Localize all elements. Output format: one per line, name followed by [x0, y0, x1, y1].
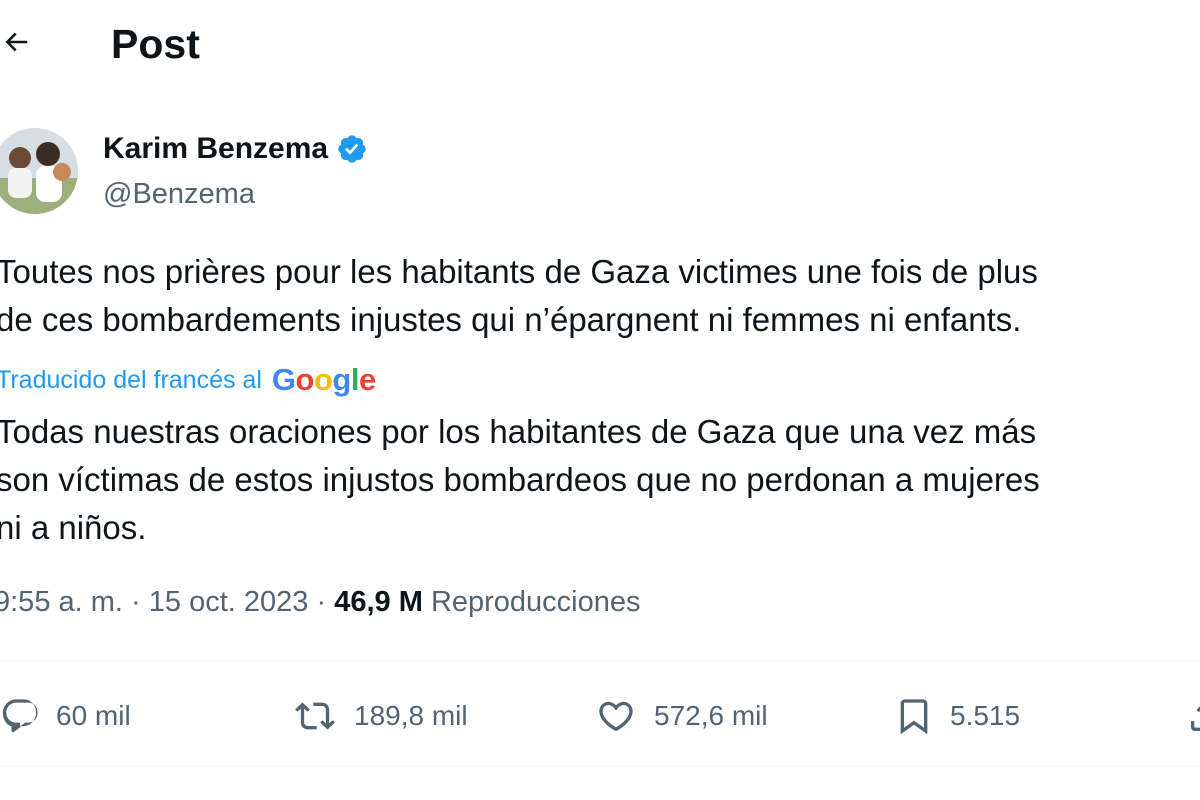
google-logo: Google	[271, 362, 376, 397]
divider	[0, 766, 1200, 767]
translation-notice: Traducido del francés al Google	[0, 360, 376, 400]
author-handle[interactable]: @Benzema	[103, 174, 255, 214]
share-button[interactable]	[1186, 688, 1200, 744]
translated-text: Todas nuestras oraciones por los habitan…	[0, 413, 1040, 546]
meta-separator: ·	[316, 586, 327, 618]
reply-count: 60 mil	[56, 700, 131, 731]
action-bar: 60 mil 189,8 mil 572,6 mil 5.515	[0, 688, 1200, 744]
verified-badge-icon[interactable]	[336, 133, 368, 165]
author-name[interactable]: Karim Benzema	[103, 128, 368, 170]
heart-icon	[594, 696, 638, 736]
bookmark-count: 5.515	[950, 700, 1021, 731]
page-title: Post	[111, 21, 200, 67]
bookmark-icon	[894, 694, 934, 738]
bookmark-button[interactable]: 5.515	[894, 688, 1020, 744]
arrow-left-icon	[1, 27, 31, 62]
repost-button[interactable]: 189,8 mil	[292, 688, 468, 744]
views-label: Reproducciones	[430, 586, 641, 618]
avatar[interactable]	[0, 128, 78, 214]
back-button[interactable]	[0, 24, 36, 64]
author-name-text: Karim Benzema	[103, 132, 329, 165]
reply-icon	[0, 696, 40, 736]
reply-button[interactable]: 60 mil	[0, 688, 131, 744]
views-count: 46,9 M	[334, 586, 423, 618]
divider	[0, 660, 1200, 661]
meta-separator: ·	[131, 586, 141, 618]
post-time[interactable]: 9:55 a. m.	[0, 586, 123, 618]
share-icon	[1186, 696, 1200, 736]
repost-count: 189,8 mil	[354, 700, 468, 731]
tweet-text: Toutes nos prières pour les habitants de…	[0, 253, 1038, 338]
like-button[interactable]: 572,6 mil	[594, 688, 768, 744]
like-count: 572,6 mil	[654, 700, 768, 731]
post-page: Post Karim Benzema @Benzema Toutes nos p…	[0, 0, 1200, 800]
translation-label[interactable]: Traducido del francés al	[0, 366, 262, 395]
post-header: Post	[0, 14, 1200, 74]
post-date[interactable]: 15 oct. 2023	[149, 586, 309, 618]
post-meta: 9:55 a. m. · 15 oct. 2023 · 46,9 M Repro…	[0, 580, 641, 624]
repost-icon	[292, 696, 338, 736]
